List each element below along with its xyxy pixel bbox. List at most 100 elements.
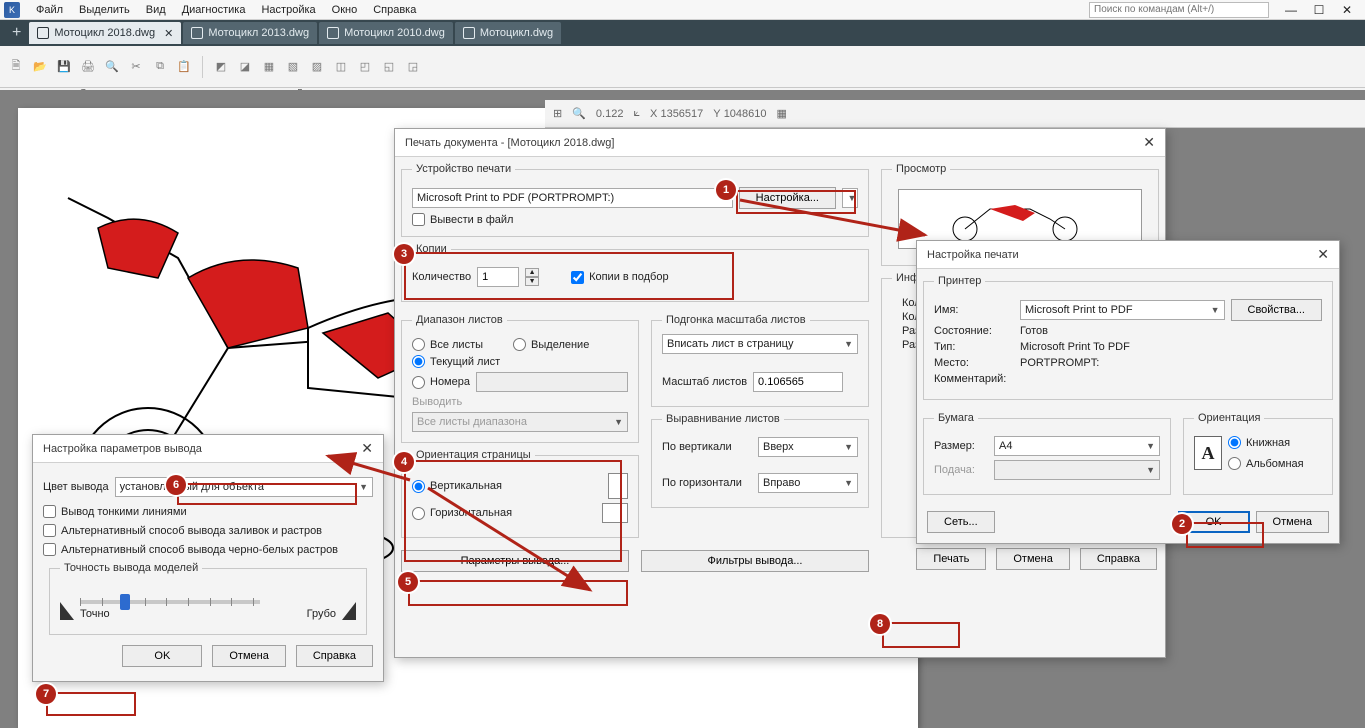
tab-doc-2[interactable]: Мотоцикл 2010.dwg <box>319 22 453 44</box>
configure-button[interactable]: Настройка... <box>739 187 836 209</box>
pset-printer-combo[interactable]: Microsoft Print to PDF▼ <box>1020 300 1225 320</box>
tb-diag8-icon[interactable]: ◱ <box>379 57 399 77</box>
pset-size-combo[interactable]: A4▼ <box>994 436 1160 456</box>
tb-diag1-icon[interactable]: ◩ <box>211 57 231 77</box>
menu-settings[interactable]: Настройка <box>253 2 323 18</box>
alt-bw-checkbox[interactable]: Альтернативный способ вывода черно-белых… <box>43 543 373 556</box>
tb-paste-icon[interactable]: 📋 <box>174 57 194 77</box>
range-selection-radio[interactable]: Выделение <box>513 338 589 351</box>
orient-preview-icon: A <box>1194 436 1222 470</box>
portrait-radio[interactable]: Вертикальная <box>412 480 502 493</box>
tb-diag4-icon[interactable]: ▧ <box>283 57 303 77</box>
document-tab-strip: + Мотоцикл 2018.dwg ✕ Мотоцикл 2013.dwg М… <box>0 20 1365 46</box>
output-combo: Все листы диапазона▼ <box>412 412 628 432</box>
menu-select[interactable]: Выделить <box>71 2 138 18</box>
tb-diag9-icon[interactable]: ◲ <box>403 57 423 77</box>
pset-properties-button[interactable]: Свойства... <box>1231 299 1322 321</box>
grid-icon[interactable]: ⊞ <box>553 107 562 120</box>
pset-name-label: Имя: <box>934 304 1014 316</box>
maximize-button[interactable]: ☐ <box>1305 0 1333 20</box>
halign-combo[interactable]: Вправо▼ <box>758 473 858 493</box>
output-color-combo[interactable]: установленный для объекта▼ <box>115 477 373 497</box>
output-cancel-button[interactable]: Отмена <box>212 645 285 667</box>
output-params-button[interactable]: Параметры вывода... <box>401 550 629 572</box>
pset-orient-legend: Ориентация <box>1194 412 1264 424</box>
fit-combo[interactable]: Вписать лист в страницу▼ <box>662 334 858 354</box>
tb-diag6-icon[interactable]: ◫ <box>331 57 351 77</box>
pset-network-button[interactable]: Сеть... <box>927 511 995 533</box>
tb-preview-icon[interactable]: 🔍 <box>102 57 122 77</box>
close-icon[interactable]: ✕ <box>1317 246 1329 263</box>
close-button[interactable]: ✕ <box>1333 0 1361 20</box>
pset-title-bar[interactable]: Настройка печати ✕ <box>917 241 1339 269</box>
pset-title: Настройка печати <box>927 249 1019 261</box>
qty-input[interactable] <box>477 267 519 287</box>
pset-portrait-radio[interactable]: Книжная <box>1228 436 1304 449</box>
tab-doc-1[interactable]: Мотоцикл 2013.dwg <box>183 22 317 44</box>
close-icon[interactable]: ✕ <box>361 440 373 457</box>
printer-combo[interactable]: Microsoft Print to PDF (PORTPROMPT:)▼ <box>412 188 733 208</box>
new-tab-button[interactable]: + <box>4 24 29 42</box>
print-dialog-title-bar[interactable]: Печать документа - [Мотоцикл 2018.dwg] ✕ <box>395 129 1165 157</box>
qty-spinner[interactable]: ▲▼ <box>525 268 539 286</box>
menu-window[interactable]: Окно <box>324 2 366 18</box>
measure-icon[interactable]: ⟀ <box>633 107 640 120</box>
range-group: Диапазон листов Все листы Выделение Теку… <box>401 314 639 443</box>
range-current-radio[interactable]: Текущий лист <box>412 355 628 368</box>
output-ok-button[interactable]: OK <box>122 645 202 667</box>
tb-diag5-icon[interactable]: ▨ <box>307 57 327 77</box>
coarse-label: Грубо <box>307 608 336 620</box>
output-to-file-checkbox[interactable]: Вывести в файл <box>412 213 858 226</box>
tb-print-icon[interactable]: 🖨 <box>78 57 98 77</box>
tb-save-icon[interactable]: 💾 <box>54 57 74 77</box>
configure-dropdown[interactable]: ▼ <box>842 188 858 208</box>
print-cancel-button[interactable]: Отмена <box>996 548 1069 570</box>
main-toolbar: 🗎 📂 💾 🖨 🔍 ✂ ⧉ 📋 ◩ ◪ ▦ ▧ ▨ ◫ ◰ ◱ ◲ <box>0 46 1365 88</box>
tab-doc-3[interactable]: Мотоцикл.dwg <box>455 22 561 44</box>
zoom-icon[interactable]: 🔍 <box>572 107 586 120</box>
tab-label: Мотоцикл 2018.dwg <box>54 27 155 39</box>
annotation-badge-3: 3 <box>394 244 414 264</box>
precision-group: Точность вывода моделей Точно Грубо <box>49 562 367 635</box>
layers-icon[interactable]: ▦ <box>777 107 787 120</box>
tb-diag2-icon[interactable]: ◪ <box>235 57 255 77</box>
x-label: X <box>650 108 657 120</box>
tab-doc-0[interactable]: Мотоцикл 2018.dwg ✕ <box>29 22 181 44</box>
tb-copy-icon[interactable]: ⧉ <box>150 57 170 77</box>
range-all-radio[interactable]: Все листы <box>412 338 483 351</box>
print-help-button[interactable]: Справка <box>1080 548 1157 570</box>
output-help-button[interactable]: Справка <box>296 645 373 667</box>
output-filters-button[interactable]: Фильтры вывода... <box>641 550 869 572</box>
pset-landscape-radio[interactable]: Альбомная <box>1228 457 1304 470</box>
alt-fill-checkbox[interactable]: Альтернативный способ вывода заливок и р… <box>43 524 373 537</box>
tb-cut-icon[interactable]: ✂ <box>126 57 146 77</box>
menu-help[interactable]: Справка <box>365 2 424 18</box>
menu-view[interactable]: Вид <box>138 2 174 18</box>
y-label: Y <box>713 108 720 120</box>
tb-new-icon[interactable]: 🗎 <box>6 57 26 77</box>
range-numbers-input <box>476 372 628 392</box>
scale-input[interactable] <box>753 372 843 392</box>
tb-diag3-icon[interactable]: ▦ <box>259 57 279 77</box>
range-numbers-radio[interactable]: Номера <box>412 376 470 389</box>
orient-group-label: Ориентация страницы <box>412 449 535 461</box>
close-icon[interactable]: ✕ <box>1143 134 1155 151</box>
command-search-input[interactable] <box>1089 2 1269 18</box>
print-button[interactable]: Печать <box>916 548 986 570</box>
minimize-button[interactable]: — <box>1277 0 1305 20</box>
scale-group-label: Подгонка масштаба листов <box>662 314 810 326</box>
pset-state-label: Состояние: <box>934 325 1014 337</box>
collate-checkbox[interactable]: Копии в подбор <box>571 271 669 284</box>
pset-comment-label: Комментарий: <box>934 373 1014 385</box>
pset-cancel-button[interactable]: Отмена <box>1256 511 1329 533</box>
precision-slider[interactable] <box>80 600 260 604</box>
menu-diag[interactable]: Диагностика <box>174 2 254 18</box>
output-dialog-title-bar[interactable]: Настройка параметров вывода ✕ <box>33 435 383 463</box>
landscape-radio[interactable]: Горизонтальная <box>412 507 512 520</box>
thin-lines-checkbox[interactable]: Вывод тонкими линиями <box>43 505 373 518</box>
tab-close-icon[interactable]: ✕ <box>164 27 173 40</box>
menu-file[interactable]: Файл <box>28 2 71 18</box>
tb-diag7-icon[interactable]: ◰ <box>355 57 375 77</box>
tb-open-icon[interactable]: 📂 <box>30 57 50 77</box>
valign-combo[interactable]: Вверх▼ <box>758 437 858 457</box>
